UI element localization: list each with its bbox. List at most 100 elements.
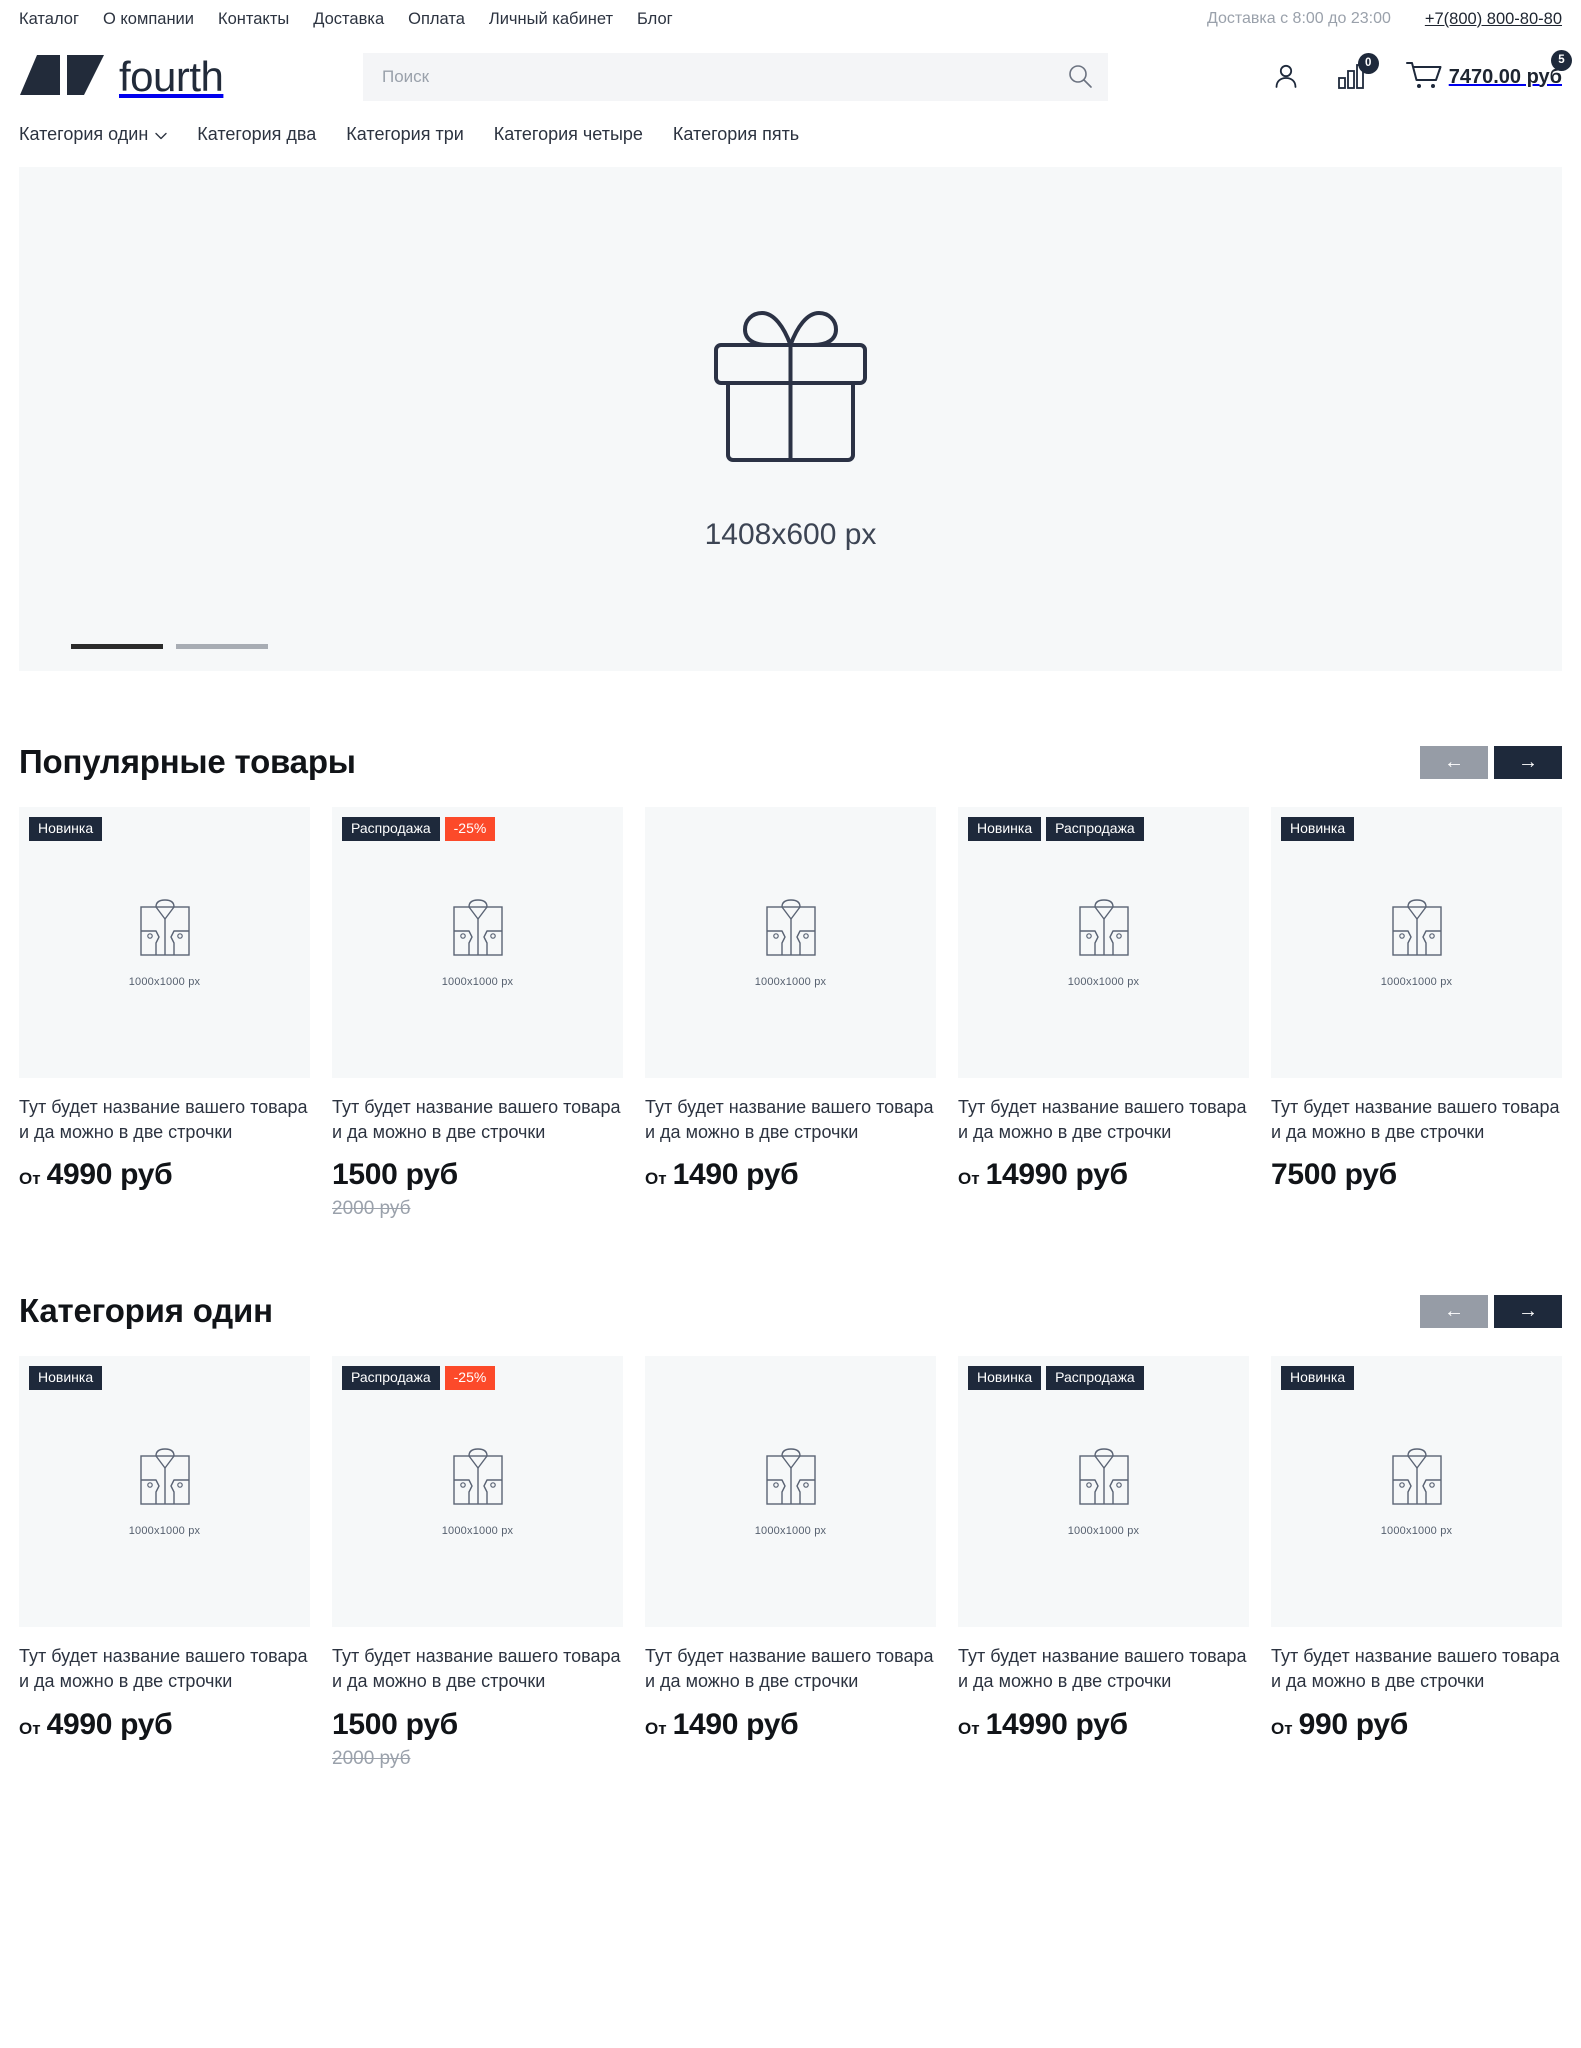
product-card[interactable]: 1000x1000 px Тут будет название вашего то… — [645, 1356, 936, 1769]
product-card[interactable]: Новинка 1000x1000 px Тут будет название в… — [1271, 1356, 1562, 1769]
product-title[interactable]: Тут будет название вашего товара и да мо… — [332, 1095, 623, 1144]
shirt-icon — [1389, 897, 1445, 964]
product-section-1: Категория один ← → Новинка 1000x1000 px Тут … — [0, 1292, 1581, 1769]
logo-link[interactable]: fourth — [19, 54, 349, 101]
category-nav-label: Категория пять — [672, 124, 800, 144]
slider-next-button[interactable]: → — [1494, 745, 1562, 779]
cart-icon — [1405, 59, 1445, 96]
hero-size-label: 1408x600 px — [704, 517, 877, 551]
product-card[interactable]: Новинка 1000x1000 px Тут будет название в… — [19, 807, 310, 1220]
product-image-placeholder[interactable]: Новинка Распродажа 1000x1000 px — [958, 1356, 1249, 1628]
product-price: 1500 руб — [332, 1158, 458, 1192]
product-card[interactable]: Распродажа -25% 1000x1000 px Тут будет наз… — [332, 807, 623, 1220]
product-image-placeholder[interactable]: Новинка Распродажа 1000x1000 px — [958, 807, 1249, 1078]
product-price: 14990 руб — [985, 1158, 1129, 1192]
product-image-placeholder[interactable]: 1000x1000 px — [645, 1356, 936, 1628]
product-image-placeholder[interactable]: Распродажа -25% 1000x1000 px — [332, 1356, 623, 1628]
product-image-placeholder[interactable]: Распродажа -25% 1000x1000 px — [332, 807, 623, 1078]
product-badges: Распродажа -25% — [342, 1366, 496, 1390]
product-price: 14990 руб — [985, 1707, 1129, 1741]
product-price-row: От 14990 руб — [958, 1158, 1249, 1192]
search-icon — [1067, 63, 1093, 92]
category-nav-label: Категория три — [346, 124, 464, 144]
category-nav-label: Категория два — [197, 124, 317, 144]
product-price: 1500 руб — [332, 1707, 458, 1741]
top-nav-item-4[interactable]: Оплата — [408, 10, 465, 29]
top-nav-item-3[interactable]: Доставка — [313, 10, 384, 29]
product-image-placeholder[interactable]: Новинка 1000x1000 px — [19, 1356, 310, 1628]
product-image-placeholder[interactable]: Новинка 1000x1000 px — [19, 807, 310, 1078]
product-price-row: 1500 руб — [332, 1708, 623, 1742]
product-price: 1490 руб — [672, 1707, 799, 1741]
category-nav-item-3[interactable]: Категория четыре — [494, 124, 643, 145]
hero-pagination — [71, 644, 268, 649]
top-nav-item-5[interactable]: Личный кабинет — [489, 10, 613, 29]
product-title[interactable]: Тут будет название вашего товара и да мо… — [19, 1095, 310, 1144]
account-button[interactable] — [1271, 61, 1301, 94]
top-nav-item-6[interactable]: Блог — [637, 10, 673, 29]
product-badge-sale: Распродажа — [342, 817, 440, 841]
product-title[interactable]: Тут будет название вашего товара и да мо… — [1271, 1644, 1562, 1693]
shirt-icon — [763, 1446, 819, 1513]
product-badge-sale: Распродажа — [1046, 1366, 1144, 1390]
search-input[interactable] — [363, 53, 1108, 101]
hero-slider[interactable]: 1408x600 px — [19, 167, 1562, 671]
category-nav-item-1[interactable]: Категория два — [197, 124, 316, 145]
price-from-label: От — [645, 1718, 667, 1738]
product-image-placeholder[interactable]: Новинка 1000x1000 px — [1271, 1356, 1562, 1628]
shirt-icon — [450, 897, 506, 964]
product-title[interactable]: Тут будет название вашего товара и да мо… — [958, 1644, 1249, 1693]
product-price-row: 1500 руб — [332, 1158, 623, 1192]
product-badges: Распродажа -25% — [342, 817, 496, 841]
logo-mark-icon — [19, 54, 105, 101]
cart-count-badge: 5 — [1551, 49, 1572, 71]
product-title[interactable]: Тут будет название вашего товара и да мо… — [332, 1644, 623, 1693]
price-from-label: От — [958, 1169, 980, 1189]
hero-pagination-dot-0[interactable] — [71, 644, 163, 649]
slider-prev-button[interactable]: ← — [1420, 745, 1488, 779]
product-price: 4990 руб — [46, 1707, 173, 1741]
product-title[interactable]: Тут будет название вашего товара и да мо… — [1271, 1095, 1562, 1144]
phone-link[interactable]: +7(800) 800-80-80 — [1425, 10, 1562, 29]
category-nav-item-4[interactable]: Категория пять — [673, 124, 799, 145]
shirt-icon — [763, 897, 819, 964]
slider-prev-button[interactable]: ← — [1420, 1294, 1488, 1328]
product-image-size-label: 1000x1000 px — [1067, 976, 1140, 988]
cart-button[interactable]: 5 7470.00 руб — [1405, 49, 1572, 96]
product-card[interactable]: 1000x1000 px Тут будет название вашего то… — [645, 807, 936, 1220]
product-title[interactable]: Тут будет название вашего товара и да мо… — [19, 1644, 310, 1693]
top-navigation: Каталог О компании Контакты Доставка Оплата Л… — [19, 10, 673, 29]
product-card[interactable]: Новинка 1000x1000 px Тут будет название в… — [19, 1356, 310, 1769]
category-nav-item-0[interactable]: Категория один — [19, 124, 167, 145]
category-nav-item-2[interactable]: Категория три — [346, 124, 463, 145]
product-card[interactable]: Новинка 1000x1000 px Тут будет название в… — [1271, 807, 1562, 1220]
slider-arrows: ← → — [1420, 1294, 1562, 1328]
top-nav-item-1[interactable]: О компании — [103, 10, 194, 29]
product-badges: Новинка — [1281, 817, 1355, 841]
slider-next-button[interactable]: → — [1494, 1294, 1562, 1328]
product-badge-new: Новинка — [29, 817, 103, 841]
product-card[interactable]: Новинка Распродажа 1000x1000 px Тут будет … — [958, 807, 1249, 1220]
product-card[interactable]: Новинка Распродажа 1000x1000 px Тут будет … — [958, 1356, 1249, 1769]
top-nav-item-2[interactable]: Контакты — [218, 10, 289, 29]
shirt-icon — [1389, 1446, 1445, 1513]
product-title[interactable]: Тут будет название вашего товара и да мо… — [645, 1095, 936, 1144]
hero-pagination-dot-1[interactable] — [176, 644, 268, 649]
page-root: Каталог О компании Контакты Доставка Оплата Л… — [0, 0, 1581, 1818]
section-title: Популярные товары — [19, 743, 356, 780]
search-button[interactable] — [1064, 61, 1096, 93]
compare-button[interactable]: 0 — [1337, 52, 1379, 93]
shirt-icon — [1076, 1446, 1132, 1513]
product-price: 1490 руб — [672, 1158, 799, 1192]
product-title[interactable]: Тут будет название вашего товара и да мо… — [645, 1644, 936, 1693]
bottom-spacer — [0, 1770, 1581, 1818]
site-header: fourth Поиск 0 5 7470.00 руб — [0, 38, 1581, 116]
product-image-placeholder[interactable]: Новинка 1000x1000 px — [1271, 807, 1562, 1078]
price-from-label: От — [19, 1718, 41, 1738]
product-image-placeholder[interactable]: 1000x1000 px — [645, 807, 936, 1078]
top-nav-item-0[interactable]: Каталог — [19, 10, 79, 29]
product-title[interactable]: Тут будет название вашего товара и да мо… — [958, 1095, 1249, 1144]
product-card[interactable]: Распродажа -25% 1000x1000 px Тут будет наз… — [332, 1356, 623, 1769]
product-sections: Популярные товары ← → Новинка 1000x1000 px Т… — [0, 743, 1581, 1770]
section-header: Популярные товары ← → — [19, 743, 1562, 781]
